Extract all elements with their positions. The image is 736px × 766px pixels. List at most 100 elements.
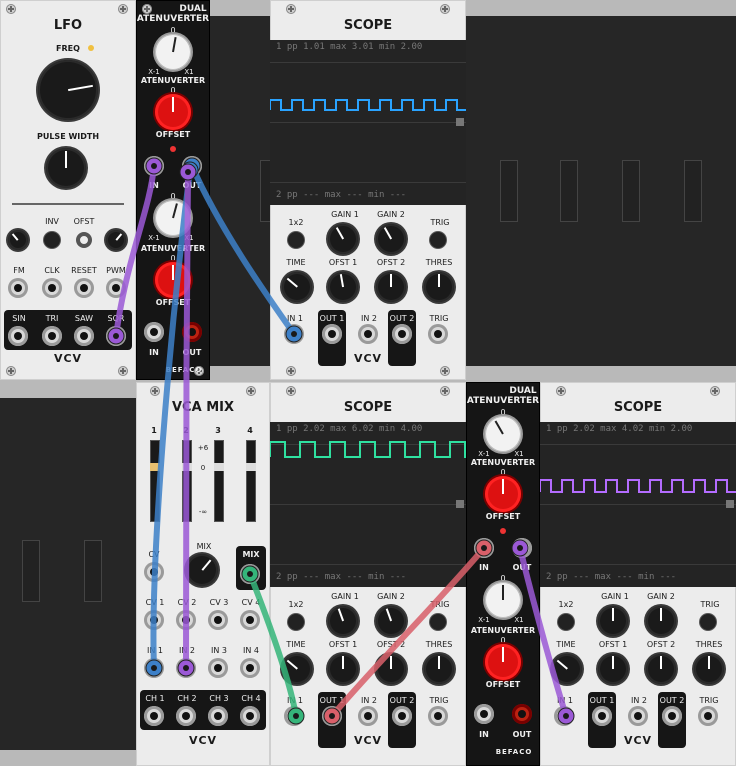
trig-jack[interactable] <box>428 324 448 344</box>
offset-knob-2[interactable] <box>485 644 521 680</box>
gain1-knob[interactable] <box>328 224 358 254</box>
in2-jack[interactable] <box>358 706 378 726</box>
in1-jack[interactable] <box>284 706 304 726</box>
in1-jack[interactable] <box>144 658 164 678</box>
x1x2-button[interactable] <box>288 614 304 630</box>
ch4-output-jack[interactable] <box>240 706 260 726</box>
in2-jack[interactable] <box>628 706 648 726</box>
mix-cv-jack[interactable] <box>144 562 164 582</box>
cv4-jack[interactable] <box>240 610 260 630</box>
gain1-knob[interactable] <box>598 606 628 636</box>
out2-jack[interactable] <box>392 706 412 726</box>
in3-jack[interactable] <box>208 658 228 678</box>
in2-jack[interactable] <box>176 658 196 678</box>
cv2-jack[interactable] <box>176 610 196 630</box>
ch1-output-jack[interactable] <box>144 706 164 726</box>
gain2-knob[interactable] <box>376 606 406 636</box>
out-jack-2[interactable] <box>182 322 202 342</box>
out-jack-1[interactable] <box>182 156 202 176</box>
offset-knob-1[interactable] <box>155 94 191 130</box>
reset-input-jack[interactable] <box>74 278 94 298</box>
scope-module-3[interactable]: SCOPE 1 pp 2.02 max 4.02 min 2.00 2 pp -… <box>540 382 736 766</box>
trig-jack[interactable] <box>698 706 718 726</box>
in-jack-2[interactable] <box>144 322 164 342</box>
trig-jack[interactable] <box>428 706 448 726</box>
gain2-label: GAIN 2 <box>377 592 405 601</box>
ofst1-knob[interactable] <box>328 654 358 684</box>
atenuverter-knob-2[interactable] <box>485 582 521 618</box>
mix-output-jack[interactable] <box>240 564 260 584</box>
out1-label: OUT 1 <box>589 696 615 705</box>
trig-button[interactable] <box>430 232 446 248</box>
offset-knob-2[interactable] <box>155 262 191 298</box>
pwm-input-jack[interactable] <box>106 278 126 298</box>
ofst2-knob[interactable] <box>376 654 406 684</box>
out2-jack[interactable] <box>662 706 682 726</box>
trig-button[interactable] <box>700 614 716 630</box>
out-jack-2[interactable] <box>512 704 532 724</box>
thres-knob[interactable] <box>424 272 454 302</box>
ch2-output-jack[interactable] <box>176 706 196 726</box>
out-jack-1[interactable] <box>512 538 532 558</box>
pulse-width-knob[interactable] <box>46 148 86 188</box>
scope-module-2[interactable]: SCOPE 1 pp 2.02 max 6.02 min 4.00 2 pp -… <box>270 382 466 766</box>
time-knob[interactable] <box>552 654 582 684</box>
out1-jack[interactable] <box>592 706 612 726</box>
in2-jack[interactable] <box>358 324 378 344</box>
channel-4-fader[interactable] <box>246 440 256 522</box>
ofst2-knob[interactable] <box>376 272 406 302</box>
vca-mix-module[interactable]: VCA MIX 1 2 3 4 +6 0 -∞ CV MIX MIX CV 1 … <box>136 382 270 766</box>
sqr-output-jack[interactable] <box>106 326 126 346</box>
in-jack-1[interactable] <box>474 538 494 558</box>
in1-jack[interactable] <box>284 324 304 344</box>
channel-3-fader[interactable] <box>214 440 224 522</box>
time-knob[interactable] <box>282 272 312 302</box>
fm-input-jack[interactable] <box>8 278 28 298</box>
ofst1-knob[interactable] <box>598 654 628 684</box>
x1x2-button[interactable] <box>558 614 574 630</box>
offset-knob-1[interactable] <box>485 476 521 512</box>
mix-level-knob[interactable] <box>186 554 218 586</box>
out2-jack[interactable] <box>392 324 412 344</box>
gain2-knob[interactable] <box>376 224 406 254</box>
ofst2-knob[interactable] <box>646 654 676 684</box>
atenuverter-knob-1[interactable] <box>485 416 521 452</box>
thres-knob[interactable] <box>694 654 724 684</box>
screw-icon <box>440 386 450 396</box>
out-label: OUT <box>512 730 532 739</box>
cv1-jack[interactable] <box>144 610 164 630</box>
in-jack-1[interactable] <box>144 156 164 176</box>
tri-output-jack[interactable] <box>42 326 62 346</box>
thres-knob[interactable] <box>424 654 454 684</box>
fm-knob[interactable] <box>8 230 28 250</box>
sin-output-jack[interactable] <box>8 326 28 346</box>
in4-jack[interactable] <box>240 658 260 678</box>
ofst-button[interactable] <box>76 232 92 248</box>
ofst1-knob[interactable] <box>328 272 358 302</box>
gain1-knob[interactable] <box>328 606 358 636</box>
channel-2-fader[interactable] <box>182 440 192 522</box>
channel-1-fader[interactable] <box>150 440 160 522</box>
in-jack-2[interactable] <box>474 704 494 724</box>
dual-atenuverter-module-2[interactable]: DUAL ATENUVERTER 0 X-1 X1 ATENUVERTER 0 … <box>466 382 540 766</box>
out1-jack[interactable] <box>322 706 342 726</box>
trig-button[interactable] <box>430 614 446 630</box>
freq-knob[interactable] <box>38 60 98 120</box>
rack-canvas[interactable]: LFO FREQ PULSE WIDTH INV OFST FM CLK RES… <box>0 0 736 766</box>
in1-jack[interactable] <box>554 706 574 726</box>
ch3-output-jack[interactable] <box>208 706 228 726</box>
saw-output-jack[interactable] <box>74 326 94 346</box>
inv-button[interactable] <box>44 232 60 248</box>
out1-jack[interactable] <box>322 324 342 344</box>
time-knob[interactable] <box>282 654 312 684</box>
dual-atenuverter-module-1[interactable]: DUAL ATENUVERTER 0 X-1 X1 ATENUVERTER 0 … <box>136 0 210 380</box>
gain2-knob[interactable] <box>646 606 676 636</box>
pwm-knob[interactable] <box>106 230 126 250</box>
cv3-jack[interactable] <box>208 610 228 630</box>
clk-input-jack[interactable] <box>42 278 62 298</box>
atenuverter-knob-1[interactable] <box>155 34 191 70</box>
x1x2-button[interactable] <box>288 232 304 248</box>
atenuverter-knob-2[interactable] <box>155 200 191 236</box>
lfo-module[interactable]: LFO FREQ PULSE WIDTH INV OFST FM CLK RES… <box>0 0 136 380</box>
scope-module-1[interactable]: SCOPE 1 pp 1.01 max 3.01 min 2.00 2 pp -… <box>270 0 466 380</box>
